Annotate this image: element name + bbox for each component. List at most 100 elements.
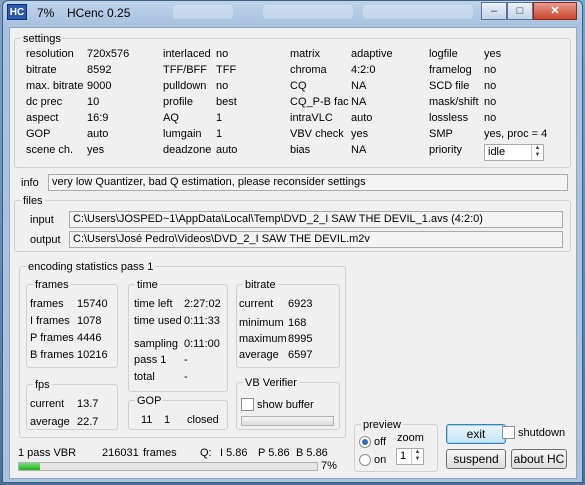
- spinner-arrows-icon[interactable]: ▲ ▼: [411, 449, 423, 464]
- setting-value: 1: [216, 128, 223, 140]
- frames-stat-value: 4446: [77, 332, 102, 344]
- encoding-stats-legend: encoding statistics pass 1: [26, 261, 156, 273]
- suspend-button[interactable]: suspend: [446, 449, 506, 469]
- setting-label: interlaced: [163, 48, 211, 60]
- setting-label: max. bitrate: [26, 80, 84, 92]
- setting-value: no: [484, 112, 497, 124]
- setting-label: logfile: [429, 48, 458, 60]
- fps-stat-value: 13.7: [77, 398, 99, 410]
- priority-value: idle: [488, 146, 506, 158]
- fps-stat-value: 22.7: [77, 416, 99, 428]
- input-label: input: [30, 214, 54, 226]
- setting-value: TFF: [216, 64, 237, 76]
- shutdown-label[interactable]: shutdown: [518, 427, 565, 440]
- frames-stat-label: I frames: [30, 315, 70, 327]
- title-percent: 7%: [37, 6, 55, 20]
- info-label: info: [21, 177, 39, 189]
- preview-on-radio[interactable]: [359, 454, 371, 466]
- setting-label: lossless: [429, 112, 469, 124]
- setting-label: deadzone: [163, 144, 212, 156]
- frames-stat-value: 10216: [77, 349, 108, 361]
- zoom-value: 1: [400, 450, 407, 462]
- setting-value: NA: [351, 80, 367, 92]
- bitrate-stat-value: 8995: [288, 333, 313, 345]
- preview-off-radio[interactable]: [359, 436, 371, 448]
- setting-label: TFF/BFF: [163, 64, 207, 76]
- exit-button[interactable]: exit: [446, 424, 506, 444]
- status-q-label: Q:: [200, 447, 212, 459]
- setting-label: SCD file: [429, 80, 470, 92]
- time-legend: time: [135, 279, 160, 291]
- setting-value: auto: [351, 112, 373, 124]
- time-stat-label: sampling: [134, 338, 179, 350]
- main-panel: settings idle ▲ ▼ info very low Quantizer…: [9, 27, 577, 479]
- setting-label: aspect: [26, 112, 59, 124]
- minimize-button[interactable]: –: [481, 2, 507, 20]
- background-window-ghost: [263, 5, 353, 19]
- show-buffer-label[interactable]: show buffer: [257, 399, 314, 412]
- fps-stat-label: average: [30, 416, 70, 428]
- time-stat-value: 2:27:02: [184, 298, 221, 310]
- about-button[interactable]: about HC: [511, 449, 567, 469]
- setting-value: 720x576: [87, 48, 130, 60]
- background-window-ghost: [363, 5, 473, 19]
- preview-off-label[interactable]: off: [374, 436, 386, 449]
- preview-legend: preview: [361, 419, 403, 431]
- bitrate-stat-label: current: [239, 298, 274, 310]
- setting-label: intraVLC: [290, 112, 333, 124]
- setting-value: yes: [351, 128, 369, 140]
- setting-value: auto: [216, 144, 238, 156]
- files-legend: files: [21, 195, 45, 207]
- close-button[interactable]: ✕: [533, 2, 577, 20]
- progress-fill: [19, 463, 40, 470]
- setting-label: bitrate: [26, 64, 57, 76]
- setting-value: no: [216, 80, 229, 92]
- setting-value: 9000: [87, 80, 112, 92]
- frames-stat-label: frames: [30, 298, 64, 310]
- setting-label: dc prec: [26, 96, 63, 108]
- gop-value-b: 1: [164, 414, 171, 426]
- status-q-p: P 5.86: [258, 447, 290, 459]
- fps-legend: fps: [33, 379, 52, 391]
- setting-label: CQ_P-B fac: [290, 96, 349, 108]
- gop-value-a: 11: [141, 414, 153, 426]
- status-pass: 1 pass VBR: [18, 447, 77, 459]
- bitrate-legend: bitrate: [243, 279, 278, 291]
- time-stat-label: time used: [134, 315, 182, 327]
- frames-stat-label: B frames: [30, 349, 75, 361]
- setting-label: mask/shift: [429, 96, 479, 108]
- preview-on-label[interactable]: on: [374, 454, 386, 467]
- setting-label: VBV check: [290, 128, 344, 140]
- bitrate-stat-label: maximum: [239, 333, 287, 345]
- time-stat-label: time left: [134, 298, 173, 310]
- setting-value: yes, proc = 4: [484, 128, 548, 140]
- frames-stat-value: 1078: [77, 315, 102, 327]
- vbv-buffer-bar: [241, 416, 334, 426]
- info-message: very low Quantizer, bad Q estimation, pl…: [48, 174, 568, 191]
- show-buffer-checkbox[interactable]: [241, 398, 254, 411]
- time-stat-label: pass 1: [134, 354, 167, 366]
- setting-label: lumgain: [163, 128, 202, 140]
- vb-verifier-legend: VB Verifier: [243, 377, 299, 389]
- setting-label: matrix: [290, 48, 320, 60]
- setting-value: no: [484, 96, 497, 108]
- bitrate-stat-value: 6597: [288, 349, 313, 361]
- spinner-arrows-icon[interactable]: ▲ ▼: [531, 145, 543, 160]
- status-q-i: I 5.86: [220, 447, 248, 459]
- bitrate-stat-label: minimum: [239, 317, 284, 329]
- time-stat-value: 0:11:00: [184, 338, 220, 350]
- time-stat-label: total: [134, 371, 155, 383]
- maximize-button[interactable]: □: [507, 2, 533, 20]
- priority-spinner[interactable]: idle ▲ ▼: [484, 144, 544, 161]
- frames-stat-label: P frames: [30, 332, 74, 344]
- setting-value: no: [216, 48, 229, 60]
- setting-value: 1: [216, 112, 223, 124]
- encoding-progress-bar: [18, 462, 318, 471]
- shutdown-checkbox[interactable]: [502, 426, 515, 439]
- zoom-spinner[interactable]: 1 ▲ ▼: [396, 448, 424, 465]
- settings-legend: settings: [21, 33, 63, 45]
- gop-value-c: closed: [187, 414, 219, 426]
- title-bar[interactable]: HC 7% HCenc 0.25 – □ ✕: [3, 1, 582, 25]
- setting-label: AQ: [163, 112, 179, 124]
- setting-value: yes: [87, 144, 105, 156]
